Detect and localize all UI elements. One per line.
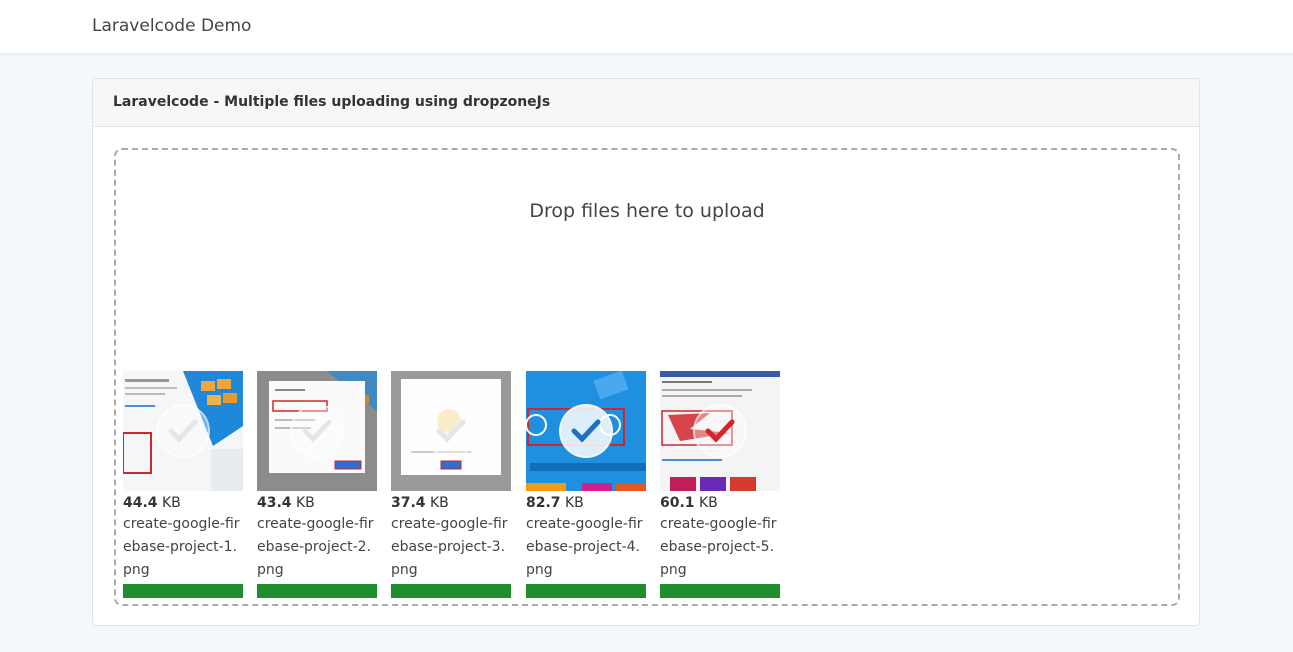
file-size: 37.4 KB [391,495,449,511]
top-navbar: Laravelcode Demo [0,0,1293,54]
file-size: 43.4 KB [257,495,315,511]
dropzone-message[interactable]: Drop files here to upload [116,200,1178,222]
success-check-icon [290,404,344,458]
file-thumbnail [257,371,377,491]
success-check-icon [424,404,478,458]
upload-progress-bar [123,584,243,598]
brand-link[interactable]: Laravelcode Demo [92,16,251,36]
file-name: create-google-firebase-project-2.png [257,516,374,578]
file-size: 82.7 KB [526,495,584,511]
file-name: create-google-firebase-project-5.png [660,516,777,578]
upload-progress-bar [526,584,646,598]
file-preview: 82.7 KB create-google-firebase-project-4… [526,371,646,598]
upload-progress-bar [391,584,511,598]
file-thumbnail [123,371,243,491]
file-preview: 60.1 KB create-google-firebase-project-5… [660,371,780,598]
file-thumbnail [391,371,511,491]
file-thumbnail [660,371,780,491]
file-preview: 43.4 KB create-google-firebase-project-2… [257,371,377,598]
upload-progress-bar [257,584,377,598]
upload-progress-bar [660,584,780,598]
file-name: create-google-firebase-project-3.png [391,516,508,578]
file-name: create-google-firebase-project-1.png [123,516,240,578]
file-preview: 44.4 KB create-google-firebase-project-1… [123,371,243,598]
file-size: 60.1 KB [660,495,718,511]
file-size: 44.4 KB [123,495,181,511]
dropzone-area[interactable]: Drop files here to upload 44.4 KB create… [114,148,1180,606]
success-check-icon [693,404,747,458]
success-check-icon [559,404,613,458]
success-check-icon [156,404,210,458]
file-name: create-google-firebase-project-4.png [526,516,643,578]
file-thumbnail [526,371,646,491]
card-title: Laravelcode - Multiple files uploading u… [93,79,1199,127]
upload-card: Laravelcode - Multiple files uploading u… [92,78,1200,626]
file-preview: 37.4 KB create-google-firebase-project-3… [391,371,511,598]
